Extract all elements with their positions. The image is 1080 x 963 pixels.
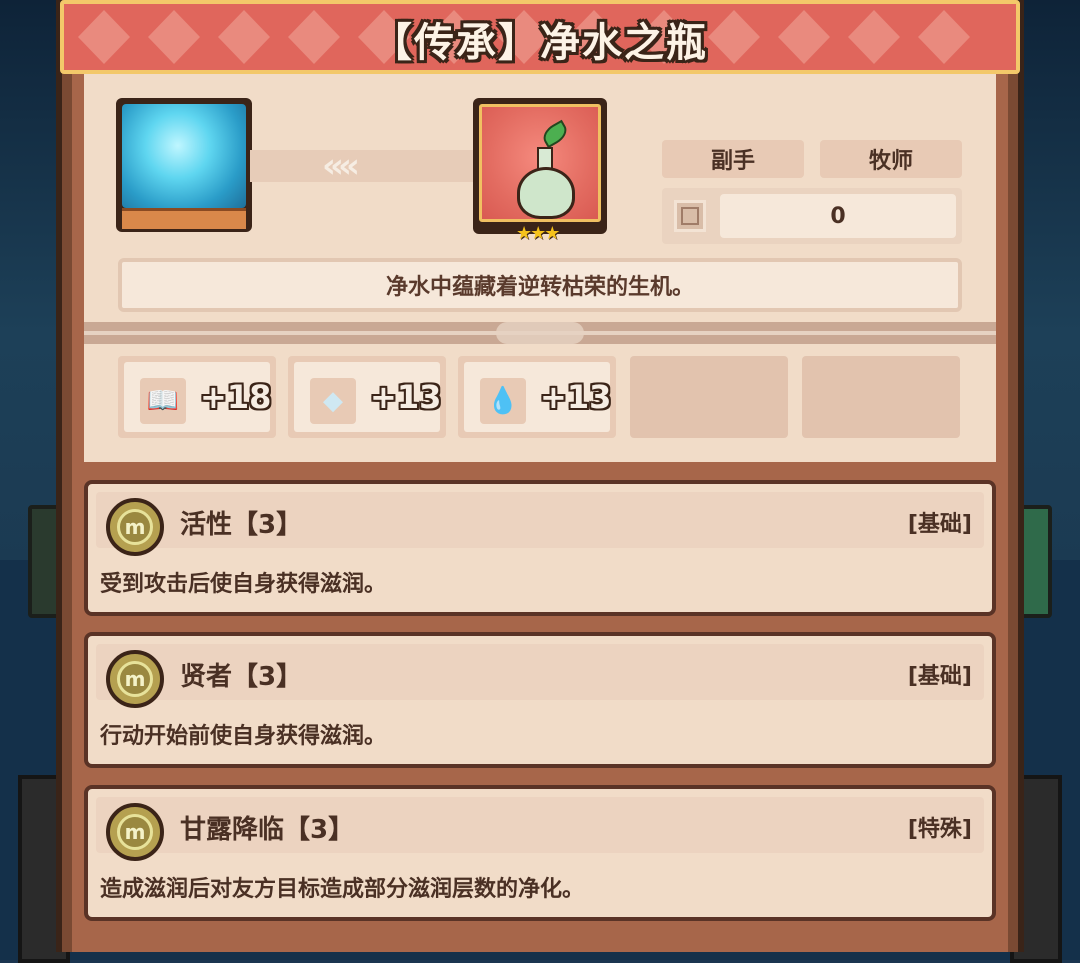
item-icon-frame[interactable]: ★★★ xyxy=(473,98,607,244)
crystal-icon: ◆ xyxy=(310,378,356,424)
slot-tag: 副手 xyxy=(662,140,804,178)
divider-ornament xyxy=(496,322,584,344)
bonus-slot-empty xyxy=(630,356,788,438)
trait-header: m 活性【3】 [基础] xyxy=(96,492,984,556)
bonus-slot-empty xyxy=(802,356,960,438)
trait-header: m 甘露降临【3】 [特殊] xyxy=(96,797,984,861)
title-banner: 【传承】净水之瓶 xyxy=(60,0,1020,74)
portrait-base xyxy=(122,208,246,229)
item-description: 净水中蕴藏着逆转枯荣的生机。 xyxy=(118,258,962,312)
class-tag: 牧师 xyxy=(820,140,962,178)
item-stat-row: 0 xyxy=(662,188,962,244)
character-portrait-image xyxy=(122,104,246,208)
trait-description: 行动开始前使自身获得滋润。 xyxy=(100,724,387,749)
leaf-icon xyxy=(539,119,571,149)
inheritance-arrow: ‹‹‹‹ xyxy=(250,146,475,186)
trait-name: 甘露降临【3】 xyxy=(180,815,355,845)
character-portrait[interactable] xyxy=(116,98,252,232)
trait-type: [基础] xyxy=(907,664,972,689)
vase-icon xyxy=(517,167,575,219)
bonus-slot: ◆ +13 xyxy=(288,356,446,438)
rarity-stars: ★★★ xyxy=(516,223,560,244)
trait-description: 受到攻击后使自身获得滋润。 xyxy=(100,572,387,597)
water-drop-icon: 💧 xyxy=(480,378,526,424)
trait-name: 活性【3】 xyxy=(180,510,303,540)
grid-icon xyxy=(674,200,706,232)
trait-coin-icon: m xyxy=(106,650,164,708)
trait-header: m 贤者【3】 [基础] xyxy=(96,644,984,708)
trait-card[interactable]: m 贤者【3】 [基础] 行动开始前使自身获得滋润。 xyxy=(84,632,996,768)
bonus-slot: 📖 +18 xyxy=(118,356,276,438)
trait-description: 造成滋润后对友方目标造成部分滋润层数的净化。 xyxy=(100,877,585,902)
bonus-slot: 💧 +13 xyxy=(458,356,616,438)
trait-coin-icon: m xyxy=(106,803,164,861)
book-icon: 📖 xyxy=(140,378,186,424)
item-stat-value: 0 xyxy=(720,194,956,238)
trait-coin-icon: m xyxy=(106,498,164,556)
trait-name: 贤者【3】 xyxy=(180,662,303,692)
trait-type: [特殊] xyxy=(907,817,972,842)
bonus-value: +18 xyxy=(200,378,272,416)
trait-card[interactable]: m 甘露降临【3】 [特殊] 造成滋润后对友方目标造成部分滋润层数的净化。 xyxy=(84,785,996,921)
chevron-left-icon: ‹‹‹‹ xyxy=(322,146,360,186)
bonus-value: +13 xyxy=(370,378,442,416)
item-icon-background: ★★★ xyxy=(479,104,601,244)
item-title: 【传承】净水之瓶 xyxy=(372,20,708,66)
trait-type: [基础] xyxy=(907,512,972,537)
trait-card[interactable]: m 活性【3】 [基础] 受到攻击后使自身获得滋润。 xyxy=(84,480,996,616)
bonus-value: +13 xyxy=(540,378,612,416)
